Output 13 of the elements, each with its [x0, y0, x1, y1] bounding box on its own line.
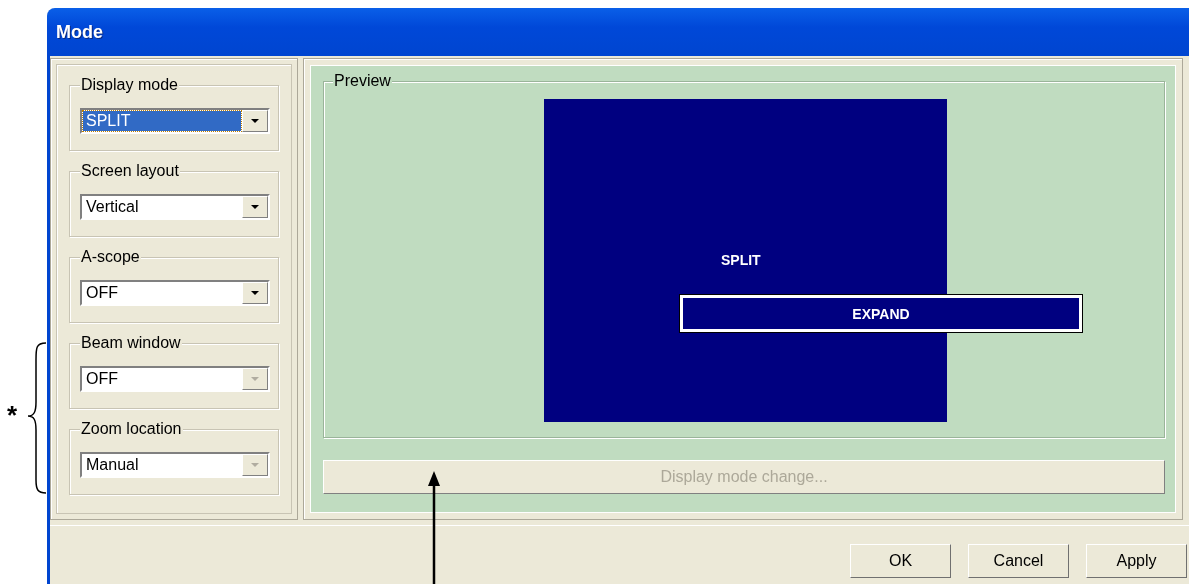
dropdown-field[interactable]: Vertical [80, 194, 270, 220]
expand-bar: EXPAND [680, 295, 1082, 332]
group-label: Screen layout [80, 162, 180, 180]
dropdown-field[interactable]: SPLIT [80, 108, 270, 134]
dialog-button[interactable]: OK [850, 544, 951, 578]
dialog-button[interactable]: Apply [1086, 544, 1187, 578]
screen-label: SPLIT [721, 252, 761, 268]
dialog-button[interactable]: Cancel [968, 544, 1069, 578]
asterisk-mark: * [7, 402, 18, 428]
dropdown-field[interactable]: OFF [80, 280, 270, 306]
group-label: Display mode [80, 76, 179, 94]
window-title: Mode [56, 21, 103, 43]
group-label: A-scope [80, 248, 141, 266]
